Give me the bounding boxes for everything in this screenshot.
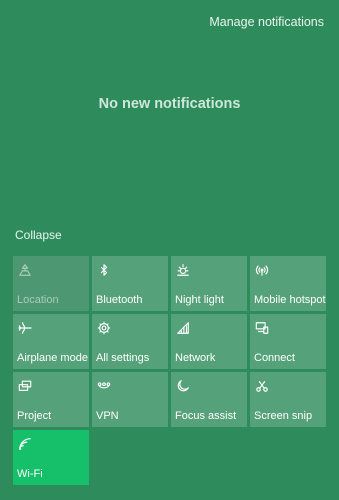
tile-label: Night light <box>175 294 224 306</box>
brightness-icon <box>175 262 191 278</box>
tile-connect[interactable]: Connect <box>250 314 326 369</box>
tile-mobile-hotspot[interactable]: Mobile hotspot <box>250 256 326 311</box>
tile-night-light[interactable]: Night light <box>171 256 247 311</box>
tile-project[interactable]: Project <box>13 372 89 427</box>
screen-snip-icon <box>254 378 270 394</box>
tile-label: Bluetooth <box>96 294 143 306</box>
tile-label: Screen snip <box>254 410 313 422</box>
network-icon <box>175 320 191 336</box>
vpn-icon <box>96 378 112 394</box>
no-notifications-message: No new notifications <box>98 96 241 112</box>
tile-label: VPN <box>96 410 119 422</box>
tile-location[interactable]: Location <box>13 256 89 311</box>
location-icon <box>17 262 33 278</box>
moon-icon <box>175 378 191 394</box>
connect-icon <box>254 320 270 336</box>
tile-bluetooth[interactable]: Bluetooth <box>92 256 168 311</box>
collapse-button[interactable]: Collapse <box>15 228 62 242</box>
bluetooth-icon <box>96 262 112 278</box>
project-icon <box>17 378 33 394</box>
tile-label: Mobile hotspot <box>254 294 326 306</box>
gear-icon <box>96 320 112 336</box>
quick-actions-grid: Location Bluetooth Night light Mobile ho… <box>13 256 326 485</box>
tile-label: Network <box>175 352 216 364</box>
tile-label: Connect <box>254 352 295 364</box>
tile-label: Location <box>17 294 59 306</box>
tile-label: Airplane mode <box>17 352 88 364</box>
tile-vpn[interactable]: VPN <box>92 372 168 427</box>
tile-network[interactable]: Network <box>171 314 247 369</box>
tile-airplane-mode[interactable]: Airplane mode <box>13 314 89 369</box>
wifi-icon <box>17 436 33 452</box>
tile-wifi[interactable]: Wi-Fi <box>13 430 89 485</box>
tile-all-settings[interactable]: All settings <box>92 314 168 369</box>
airplane-icon <box>17 320 33 336</box>
tile-label: Focus assist <box>175 410 237 422</box>
tile-label: Project <box>17 410 52 422</box>
hotspot-icon <box>254 262 270 278</box>
tile-label: All settings <box>96 352 150 364</box>
tile-label: Wi-Fi <box>17 468 43 480</box>
tile-focus-assist[interactable]: Focus assist <box>171 372 247 427</box>
manage-notifications-link[interactable]: Manage notifications <box>209 15 324 29</box>
tile-screen-snip[interactable]: Screen snip <box>250 372 326 427</box>
